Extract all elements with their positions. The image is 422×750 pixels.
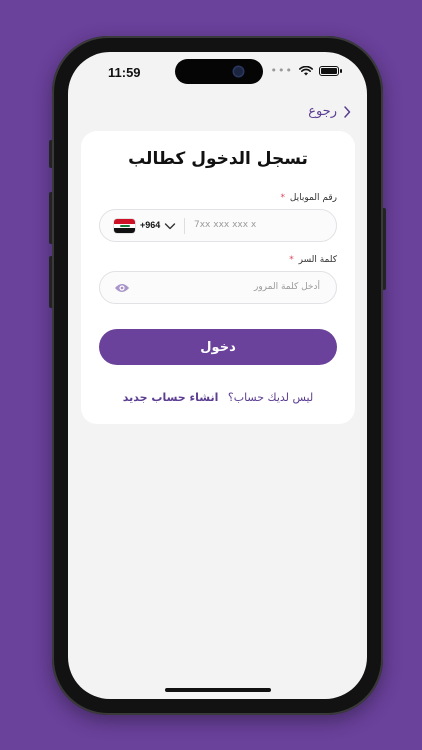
signup-link[interactable]: انشاء حساب جديد [123, 391, 219, 404]
status-indicators: ••• [270, 64, 342, 77]
back-label: رجوع [308, 104, 337, 119]
chevron-down-icon[interactable] [164, 219, 176, 233]
phone-label-text: رقم الموبايل [289, 193, 337, 203]
password-placeholder: أدخل كلمة المرور [253, 282, 320, 292]
phone-field-label: رقم الموبايل * [280, 193, 337, 203]
input-divider [184, 218, 185, 234]
back-button[interactable]: رجوع [308, 104, 351, 119]
dynamic-island [175, 59, 263, 84]
wifi-icon [299, 66, 313, 76]
signup-row: ليس لديك حساب؟ انشاء حساب جديد [81, 391, 355, 404]
iraq-flag-icon [114, 219, 135, 233]
login-button[interactable]: دخول [99, 329, 337, 365]
signal-dots: ••• [270, 64, 293, 77]
password-label-text: كلمة السر [298, 255, 337, 265]
eye-icon[interactable] [114, 281, 130, 295]
required-mark: * [280, 193, 285, 203]
phone-screen: 11:59 ••• رجوع تسجل الدخول كطالب رقم الم… [68, 52, 367, 699]
password-field-label: كلمة السر * [289, 255, 337, 265]
required-mark: * [289, 255, 294, 265]
page-title: تسجل الدخول كطالب [128, 149, 308, 169]
country-code[interactable]: +964 [140, 220, 160, 230]
login-card: تسجل الدخول كطالب رقم الموبايل * +964 7x… [81, 131, 355, 424]
battery-icon [319, 66, 342, 76]
status-time: 11:59 [108, 65, 141, 80]
chevron-right-icon [344, 105, 351, 118]
phone-input[interactable]: +964 7xx xxx xxx x [99, 209, 337, 242]
home-indicator[interactable] [165, 688, 271, 692]
phone-placeholder: 7xx xxx xxx x [194, 220, 257, 230]
signup-prompt: ليس لديك حساب؟ [227, 391, 314, 404]
camera-icon [234, 67, 243, 76]
password-input[interactable]: أدخل كلمة المرور [99, 271, 337, 304]
